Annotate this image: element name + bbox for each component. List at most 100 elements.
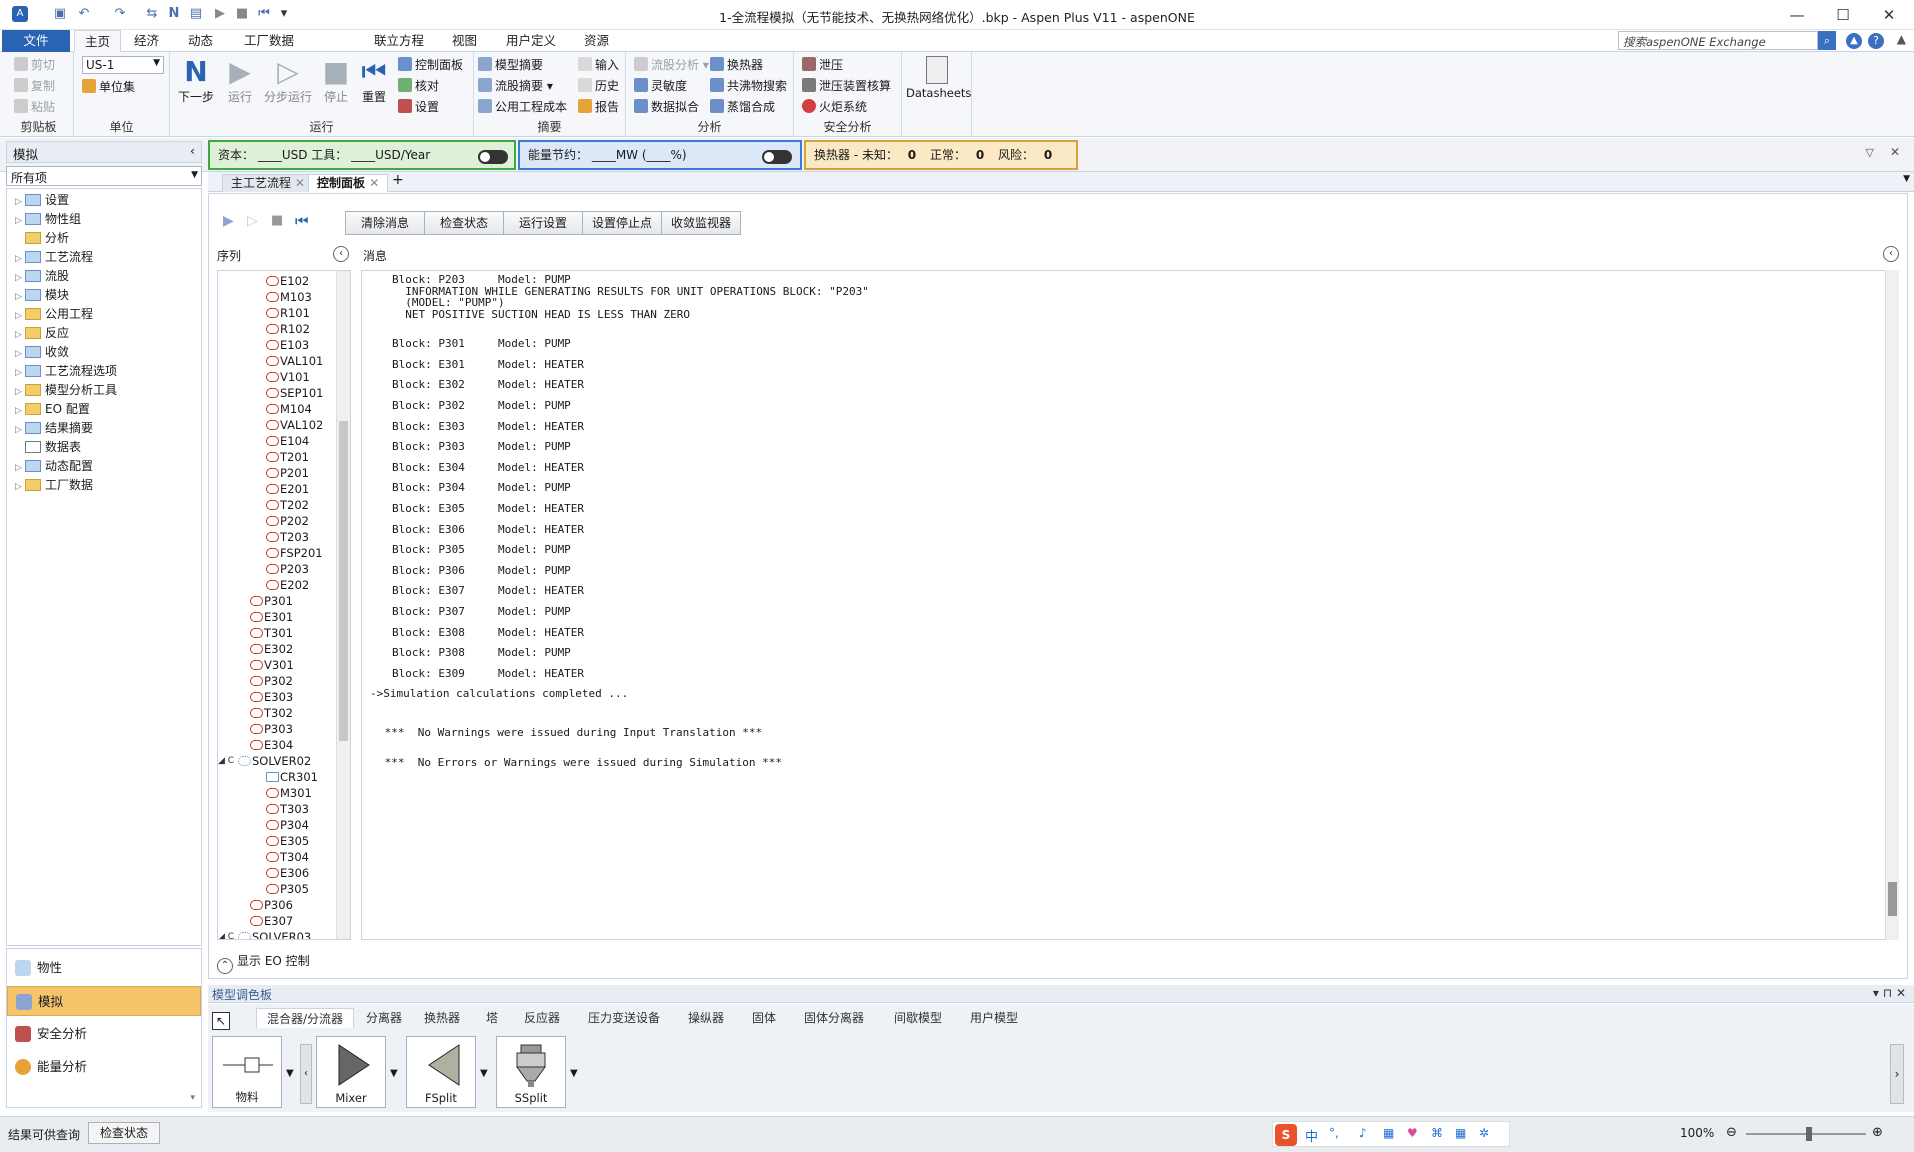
palette-tab[interactable]: 塔 xyxy=(476,1008,508,1028)
scroll-thumb[interactable] xyxy=(1888,882,1897,916)
navigation-filter-select[interactable]: 所有项 ▼ xyxy=(6,166,202,186)
up-arrow-icon[interactable]: ▲ xyxy=(1846,33,1862,49)
history-button[interactable]: 历史 xyxy=(578,77,619,95)
sequence-item[interactable]: T303 xyxy=(266,801,309,817)
sequence-item[interactable]: E103 xyxy=(266,337,309,353)
capital-toggle[interactable] xyxy=(478,150,508,164)
sequence-item[interactable]: T201 xyxy=(266,449,309,465)
sequence-item[interactable]: E202 xyxy=(266,577,309,593)
relief-sizing-button[interactable]: 泄压装置核算 xyxy=(802,77,891,95)
search-input[interactable]: 搜索aspenONE Exchange xyxy=(1618,31,1818,50)
sequence-item[interactable]: SEP101 xyxy=(266,385,323,401)
sequence-item[interactable]: T301 xyxy=(250,625,293,641)
collapse-messages-icon[interactable]: ‹ xyxy=(1883,246,1899,262)
palette-tab[interactable]: 用户模型 xyxy=(960,1008,1028,1028)
tab-list-icon[interactable]: ▼ xyxy=(1903,174,1910,184)
unit-sets-button[interactable]: 单位集 xyxy=(82,78,135,96)
search-icon[interactable]: ⌕ xyxy=(1818,31,1836,50)
ime-chinese-mode[interactable]: 中 xyxy=(1305,1126,1318,1145)
sequence-item[interactable]: M104 xyxy=(266,401,312,417)
reset-icon[interactable]: ⏮ xyxy=(295,212,309,230)
palette-tab[interactable]: 固体分离器 xyxy=(794,1008,874,1028)
palette-tab[interactable]: 反应器 xyxy=(514,1008,570,1028)
zoom-slider-thumb[interactable] xyxy=(1806,1127,1812,1141)
model-summary-button[interactable]: 模型摘要 xyxy=(478,56,543,74)
sequence-item[interactable]: P306 xyxy=(250,897,293,913)
check-button[interactable]: 核对 xyxy=(398,77,439,95)
close-button[interactable]: ✕ xyxy=(1866,3,1912,27)
sequence-item[interactable]: VAL101 xyxy=(266,353,323,369)
palette-tab[interactable]: 压力变送设备 xyxy=(578,1008,670,1028)
tab-resources[interactable]: 资源 xyxy=(574,30,619,52)
distillation-synthesis-button[interactable]: 蒸馏合成 xyxy=(710,98,775,116)
sogou-ime-icon[interactable]: S xyxy=(1275,1124,1297,1146)
sequence-item[interactable]: P203 xyxy=(266,561,309,577)
nav-item-utilities[interactable]: ▷ 公用工程 xyxy=(15,305,93,323)
sequence-item[interactable]: T304 xyxy=(266,849,309,865)
palette-window-controls[interactable]: ▾ ⊓ ✕ xyxy=(1873,986,1906,1000)
tab-main-flowsheet[interactable]: 主工艺流程 ✕ xyxy=(222,174,314,192)
sequence-item[interactable]: E301 xyxy=(250,609,293,625)
set-breakpoints-button[interactable]: 设置停止点 xyxy=(582,211,662,235)
collapse-ribbon-icon[interactable]: ▲ xyxy=(1897,32,1906,46)
sequence-item[interactable]: E304 xyxy=(250,737,293,753)
check-status-button[interactable]: 检查状态 xyxy=(424,211,504,235)
messages-scrollbar[interactable] xyxy=(1885,270,1899,940)
sequence-item[interactable]: ◢ C SOLVER02 xyxy=(218,753,311,769)
configure-buttons-icon[interactable]: ▾ xyxy=(190,1093,195,1103)
input-button[interactable]: 输入 xyxy=(578,56,619,74)
azeotrope-search-button[interactable]: 共沸物搜索 xyxy=(710,77,787,95)
sequence-item[interactable]: E201 xyxy=(266,481,309,497)
minimize-button[interactable]: — xyxy=(1774,3,1820,27)
sequence-item[interactable]: T302 xyxy=(250,705,293,721)
palette-tab[interactable]: 分离器 xyxy=(356,1008,412,1028)
settings-icon[interactable]: ✲ xyxy=(1479,1126,1489,1140)
report-button[interactable]: 报告 xyxy=(578,98,619,116)
utility-cost-button[interactable]: 公用工程成本 xyxy=(478,98,567,116)
palette-tab[interactable]: 间歇模型 xyxy=(884,1008,952,1028)
palette-material-stream[interactable]: 物料 xyxy=(212,1036,282,1108)
palette-fsplit[interactable]: FSplit xyxy=(406,1036,476,1108)
tab-dynamics[interactable]: 动态 xyxy=(178,30,223,52)
sequence-item[interactable]: R101 xyxy=(266,305,310,321)
nav-item-flowsheet-options[interactable]: ▷ 工艺流程选项 xyxy=(15,362,117,380)
palette-scroll-left[interactable]: ‹ xyxy=(300,1044,312,1104)
skin-icon[interactable]: ♥ xyxy=(1407,1126,1418,1140)
convergence-monitor-button[interactable]: 收敛监视器 xyxy=(661,211,741,235)
next-button[interactable]: N 下一步 xyxy=(176,56,216,105)
data-fit-button[interactable]: 数据拟合 xyxy=(634,98,699,116)
chevron-down-icon[interactable]: ▼ xyxy=(286,1068,294,1079)
sequence-item[interactable]: P303 xyxy=(250,721,293,737)
nav-item-property-sets[interactable]: ▷ 物性组 xyxy=(15,210,81,228)
sequence-item[interactable]: P201 xyxy=(266,465,309,481)
sequence-item[interactable]: FSP201 xyxy=(266,545,323,561)
control-panel-button[interactable]: 控制面板 xyxy=(398,56,463,74)
copy-button[interactable]: 复制 xyxy=(14,77,55,95)
sequence-item[interactable]: CR301 xyxy=(266,769,318,785)
clear-messages-button[interactable]: 清除消息 xyxy=(345,211,425,235)
maximize-button[interactable]: ☐ xyxy=(1820,3,1866,27)
sequence-item[interactable]: E305 xyxy=(266,833,309,849)
sequence-item[interactable]: ◢ C SOLVER03 xyxy=(218,929,311,939)
select-pointer-icon[interactable]: ↖ xyxy=(212,1012,230,1030)
nav-item-setup[interactable]: ▷ 设置 xyxy=(15,191,69,209)
nav-item-streams[interactable]: ▷ 流股 xyxy=(15,267,69,285)
sequence-item[interactable]: E307 xyxy=(250,913,293,929)
palette-tab[interactable]: 操纵器 xyxy=(678,1008,734,1028)
tab-economics[interactable]: 经济 xyxy=(124,30,169,52)
zoom-out-icon[interactable]: ⊖ xyxy=(1726,1125,1737,1140)
tab-control-panel[interactable]: 控制面板 ✕ xyxy=(308,174,389,192)
sequence-item[interactable]: P302 xyxy=(250,673,293,689)
expand-arrow-icon[interactable]: ◢ C xyxy=(218,753,234,769)
stream-summary-button[interactable]: 流股摘要 ▾ xyxy=(478,77,553,95)
sequence-item[interactable]: P301 xyxy=(250,593,293,609)
chevron-down-icon[interactable]: ▼ xyxy=(390,1068,398,1079)
expand-arrow-icon[interactable]: ◢ C xyxy=(218,929,234,939)
nav-item-results-summary[interactable]: ▷ 结果摘要 xyxy=(15,419,93,437)
help-icon[interactable]: ? xyxy=(1868,33,1884,49)
show-eo-control[interactable]: ⌃ 显示 EO 控制 xyxy=(217,952,310,974)
sequence-item[interactable]: E302 xyxy=(250,641,293,657)
keyboard-icon[interactable]: ▦ xyxy=(1383,1126,1394,1140)
energy-toggle[interactable] xyxy=(762,150,792,164)
collapse-left-icon[interactable]: ‹ xyxy=(190,143,195,158)
